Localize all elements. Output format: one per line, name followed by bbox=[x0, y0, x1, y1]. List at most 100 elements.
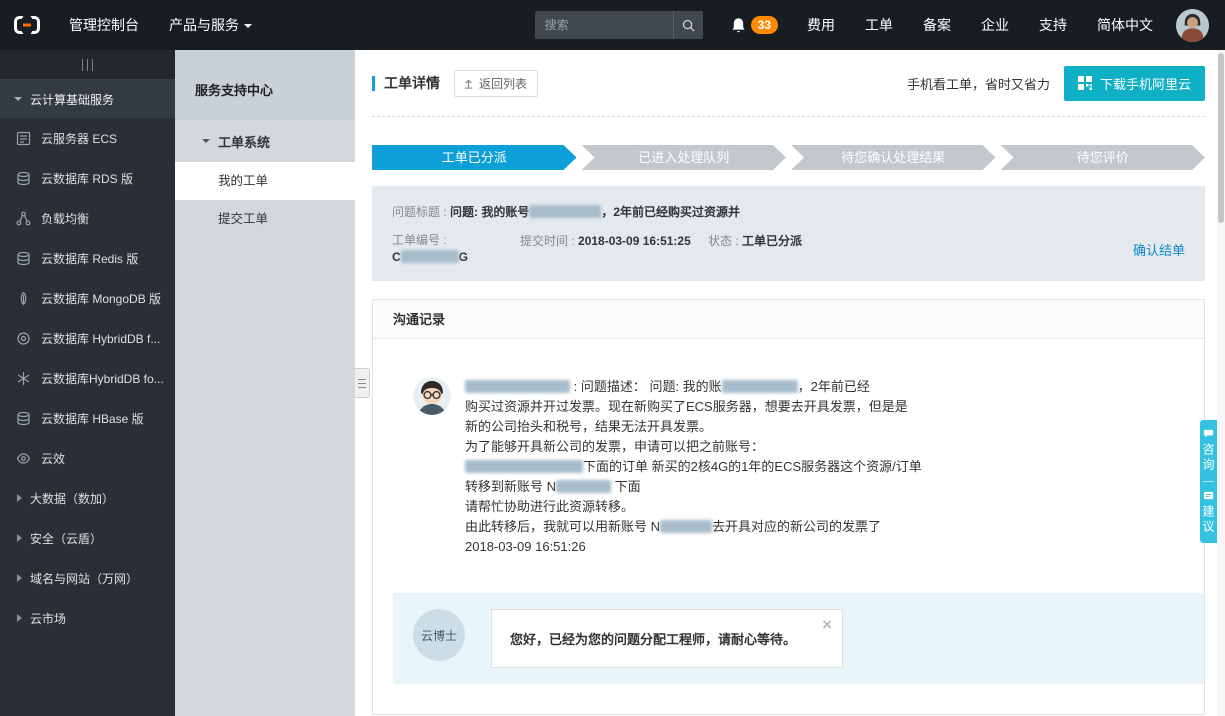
sidebar-item-mongodb[interactable]: 云数据库 MongoDB 版 bbox=[0, 278, 175, 318]
notifications-button[interactable]: 33 bbox=[717, 16, 792, 34]
message-line: 下面的订单 新买的2核4G的1年的ECS服务器这个资源/订单 bbox=[465, 457, 922, 477]
sidebar-item-label: 负载均衡 bbox=[41, 211, 90, 226]
communication-panel-title: 沟通记录 bbox=[373, 300, 1204, 339]
back-button-label: 返回列表 bbox=[479, 76, 528, 91]
message-line: : 问题描述： 问题: 我的账 ，2年前已经 bbox=[465, 377, 922, 397]
chevron-down-icon bbox=[202, 139, 210, 143]
sidebar-item-my-tickets[interactable]: 我的工单 bbox=[175, 162, 355, 200]
ticket-number: 工单编号 : CG bbox=[392, 232, 520, 266]
redacted-text bbox=[556, 480, 612, 493]
chevron-right-icon bbox=[17, 494, 22, 502]
communication-panel: 沟通记录 : 问题描述： 问题: 我的账 ，2年前已经 购买过资源并开过发票。现… bbox=[372, 299, 1205, 715]
download-app-button[interactable]: 下载手机阿里云 bbox=[1063, 65, 1205, 101]
system-reply-bubble: 您好，已经为您的问题分配工程师，请耐心等待。 × bbox=[491, 609, 844, 668]
suggest-tab-label: 建议 bbox=[1201, 505, 1215, 535]
suggest-tab[interactable]: 建议 bbox=[1200, 490, 1217, 535]
sidebar-item-submit-ticket[interactable]: 提交工单 bbox=[175, 200, 355, 238]
nav-item-billing[interactable]: 费用 bbox=[792, 0, 850, 50]
panel-collapse-handle[interactable] bbox=[355, 368, 370, 398]
user-avatar[interactable] bbox=[1176, 8, 1209, 42]
sidebar-section-label: 云计算基础服务 bbox=[30, 92, 115, 107]
chevron-down-icon bbox=[244, 24, 252, 28]
sidebar-section-label: 大数据（数加） bbox=[30, 491, 115, 506]
sidebar-item-label: 云数据库HybridDB fo... bbox=[41, 371, 164, 386]
sidebar-section-marketplace[interactable]: 云市场 bbox=[0, 598, 175, 638]
qr-code-icon bbox=[1077, 76, 1092, 90]
close-icon[interactable]: × bbox=[822, 616, 832, 633]
sidebar-section-bigdata[interactable]: 大数据（数加） bbox=[0, 478, 175, 518]
message-line: 为了能够开具新公司的发票，申请可以把之前账号： bbox=[465, 439, 765, 454]
ticket-submit-time: 提交时间 : 2018-03-09 16:51:25 bbox=[520, 232, 708, 249]
feedback-side-tab: 咨询 建议 bbox=[1200, 420, 1217, 543]
message-line: 请帮忙协助进行此资源转移。 bbox=[465, 499, 635, 514]
main-content: 工单详情 返回列表 手机看工单，省时又省力 下载手机阿里云 工单已分派 已进入处… bbox=[355, 50, 1225, 716]
mongodb-icon bbox=[20, 291, 27, 305]
sidebar-item-redis[interactable]: 云数据库 Redis 版 bbox=[0, 238, 175, 278]
yunxiao-icon bbox=[16, 452, 31, 464]
chat-bubble-icon bbox=[1203, 429, 1214, 438]
sidebar-item-label: 云服务器 ECS bbox=[41, 131, 118, 146]
step-in-queue: 已进入处理队列 bbox=[582, 145, 787, 170]
nav-item-enterprise[interactable]: 企业 bbox=[966, 0, 1024, 50]
sidebar-item-hybriddb-2[interactable]: 云数据库HybridDB fo... bbox=[0, 358, 175, 398]
nav-item-language[interactable]: 简体中文 bbox=[1082, 0, 1168, 50]
alibaba-cloud-logo[interactable] bbox=[0, 14, 54, 36]
scrollbar-thumb[interactable] bbox=[1218, 53, 1224, 223]
side-tab-divider bbox=[1203, 481, 1214, 482]
sidebar-section-cloud-basics[interactable]: 云计算基础服务 bbox=[0, 80, 175, 118]
redacted-text bbox=[465, 460, 583, 473]
sidebar-item-hbase[interactable]: 云数据库 HBase 版 bbox=[0, 398, 175, 438]
chevron-right-icon bbox=[17, 534, 22, 542]
search-icon bbox=[682, 19, 695, 32]
sidebar-item-rds[interactable]: 云数据库 RDS 版 bbox=[0, 158, 175, 198]
console-home-link[interactable]: 管理控制台 bbox=[54, 0, 154, 50]
sidebar-section-security[interactable]: 安全（云盾） bbox=[0, 518, 175, 558]
nav-item-icp[interactable]: 备案 bbox=[908, 0, 966, 50]
back-to-list-button[interactable]: 返回列表 bbox=[454, 69, 539, 97]
search-button[interactable] bbox=[672, 11, 703, 39]
submit-time-label: 提交时间 : bbox=[520, 234, 579, 248]
title-accent-bar bbox=[372, 75, 375, 91]
sidebar-item-yunxiao[interactable]: 云效 bbox=[0, 438, 175, 478]
products-menu-label: 产品与服务 bbox=[169, 17, 239, 33]
sidebar-section-label: 域名与网站（万网） bbox=[30, 571, 139, 586]
note-icon bbox=[1203, 491, 1214, 500]
load-balancer-icon bbox=[16, 211, 31, 225]
ticket-system-group[interactable]: 工单系统 bbox=[175, 120, 355, 162]
alibaba-cloud-logo-icon bbox=[14, 16, 40, 34]
system-reply: 云博士 您好，已经为您的问题分配工程师，请耐心等待。 × bbox=[393, 593, 1204, 684]
ticket-title-label: 问题标题 : bbox=[392, 205, 451, 219]
dashed-separator bbox=[372, 116, 1205, 117]
sidebar-item-label: 云数据库 Redis 版 bbox=[41, 251, 139, 266]
message-timestamp: 2018-03-09 16:51:26 bbox=[465, 539, 586, 554]
top-navbar: 管理控制台 产品与服务 33 费用 工单 备案 企业 支持 简体中文 bbox=[0, 0, 1225, 50]
consult-tab[interactable]: 咨询 bbox=[1200, 428, 1217, 473]
ticket-number-value: CG bbox=[392, 250, 469, 264]
sidebar-item-label: 云数据库 MongoDB 版 bbox=[41, 291, 162, 306]
ticket-status: 状态 : 工单已分派 bbox=[708, 232, 802, 249]
sidebar-section-label: 云市场 bbox=[30, 611, 67, 626]
redacted-text bbox=[660, 520, 713, 533]
global-search bbox=[534, 11, 703, 39]
sidebar-section-domains[interactable]: 域名与网站（万网） bbox=[0, 558, 175, 598]
message-line: 由此转移后，我就可以用新账号 N 去开具对应的新公司的发票了 bbox=[465, 519, 882, 534]
nav-item-tickets[interactable]: 工单 bbox=[850, 0, 908, 50]
redacted-text bbox=[400, 250, 459, 263]
sidebar-collapse-toggle[interactable] bbox=[0, 50, 175, 80]
communication-body: : 问题描述： 问题: 我的账 ，2年前已经 购买过资源并开过发票。现在新购买了E… bbox=[373, 339, 1204, 714]
sidebar-item-hybriddb-1[interactable]: 云数据库 HybridDB f... bbox=[0, 318, 175, 358]
page-title: 工单详情 bbox=[384, 75, 440, 91]
sidebar-item-slb[interactable]: 负载均衡 bbox=[0, 198, 175, 238]
product-sidebar: 云计算基础服务 云服务器 ECS 云数据库 RDS 版 负载均衡 云数据库 Re… bbox=[0, 50, 175, 716]
sidebar-item-ecs[interactable]: 云服务器 ECS bbox=[0, 118, 175, 158]
download-button-label: 下载手机阿里云 bbox=[1099, 76, 1191, 92]
sidebar-item-label: 云数据库 RDS 版 bbox=[41, 171, 134, 186]
nav-item-support[interactable]: 支持 bbox=[1024, 0, 1082, 50]
sidebar-item-label: 云数据库 HybridDB f... bbox=[41, 331, 161, 346]
ecs-icon bbox=[16, 131, 31, 145]
products-menu[interactable]: 产品与服务 bbox=[154, 0, 267, 50]
submit-time-value: 2018-03-09 16:51:25 bbox=[578, 234, 691, 248]
confirm-close-link[interactable]: 确认结单 bbox=[1133, 240, 1185, 259]
search-input[interactable] bbox=[534, 18, 673, 32]
hybriddb-postgres-icon bbox=[17, 370, 30, 386]
